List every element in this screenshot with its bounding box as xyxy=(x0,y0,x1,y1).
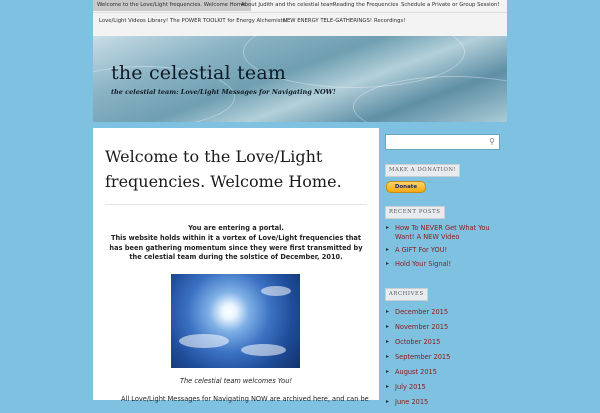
nav-item-telegatherings[interactable]: NEW ENERGY TELE-GATHERINGS! xyxy=(283,16,372,27)
sky-sunburst-image xyxy=(171,274,300,368)
recent-post-link[interactable]: How To NEVER Get What You Want! A NEW Vi… xyxy=(386,224,504,241)
donate-button[interactable]: Donate xyxy=(386,181,426,193)
recent-post-link[interactable]: Hold Your Signal! xyxy=(386,260,504,269)
main-content: Welcome to the Love/Light frequencies. W… xyxy=(93,128,379,403)
cloud-shape xyxy=(241,344,286,356)
archive-link[interactable]: December 2015 xyxy=(386,308,504,317)
donation-widget-title: MAKE A DONATION! xyxy=(385,164,461,177)
nav-item-recordings[interactable]: Recordings! xyxy=(374,16,405,27)
nav-item-toolkit[interactable]: The POWER TOOLKIT for Energy Alchemists! xyxy=(170,16,288,27)
archive-link[interactable]: August 2015 xyxy=(386,368,504,377)
search-input[interactable]: ⚲ xyxy=(385,134,500,150)
recent-post-link[interactable]: A GIFT For YOU! xyxy=(386,246,504,255)
nav-item-videos[interactable]: Love/Light Videos Library! xyxy=(99,16,168,27)
nav-item-about[interactable]: About Judith and the celestial team xyxy=(241,0,335,11)
archive-link[interactable]: July 2015 xyxy=(386,383,504,392)
archive-link[interactable]: June 2015 xyxy=(386,398,504,407)
recent-posts-title: RECENT POSTS xyxy=(385,206,445,219)
search-icon[interactable]: ⚲ xyxy=(489,137,495,146)
intro-paragraph: This website holds within it a vortex of… xyxy=(109,233,363,262)
site-header-banner: the celestial team the celestial team: L… xyxy=(93,36,507,122)
intro-line: You are entering a portal. xyxy=(188,224,284,232)
image-caption: The celestial team welcomes You! xyxy=(179,377,293,385)
archives-title: ARCHIVES xyxy=(385,288,428,301)
cloud-shape xyxy=(261,286,291,296)
page-title: Welcome to the Love/Light frequencies. W… xyxy=(105,147,342,191)
archive-note: All Love/Light Messages for Navigating N… xyxy=(121,395,369,403)
archive-link[interactable]: October 2015 xyxy=(386,338,504,347)
title-divider xyxy=(105,204,367,205)
site-title[interactable]: the celestial team xyxy=(111,62,286,84)
nav-divider xyxy=(93,12,507,13)
main-navigation: Welcome to the Love/Light frequencies. W… xyxy=(93,0,507,36)
archive-link[interactable]: September 2015 xyxy=(386,353,504,362)
cloud-shape xyxy=(179,334,229,348)
sidebar: ⚲ MAKE A DONATION! Donate RECENT POSTS H… xyxy=(379,128,507,406)
page-wrapper: Welcome to the Love/Light frequencies. W… xyxy=(93,0,507,406)
recent-posts-list: How To NEVER Get What You Want! A NEW Vi… xyxy=(386,224,504,273)
intro-text: You are entering a portal. This website … xyxy=(105,224,367,263)
nav-item-welcome[interactable]: Welcome to the Love/Light frequencies. W… xyxy=(93,0,251,11)
site-description: the celestial team: Love/Light Messages … xyxy=(111,88,336,96)
nav-item-schedule[interactable]: Schedule a Private or Group Session! xyxy=(401,0,499,11)
archives-list: December 2015 November 2015 October 2015… xyxy=(386,308,504,413)
nav-item-reading[interactable]: Reading the Frequencies xyxy=(333,0,398,11)
archive-link[interactable]: November 2015 xyxy=(386,323,504,332)
